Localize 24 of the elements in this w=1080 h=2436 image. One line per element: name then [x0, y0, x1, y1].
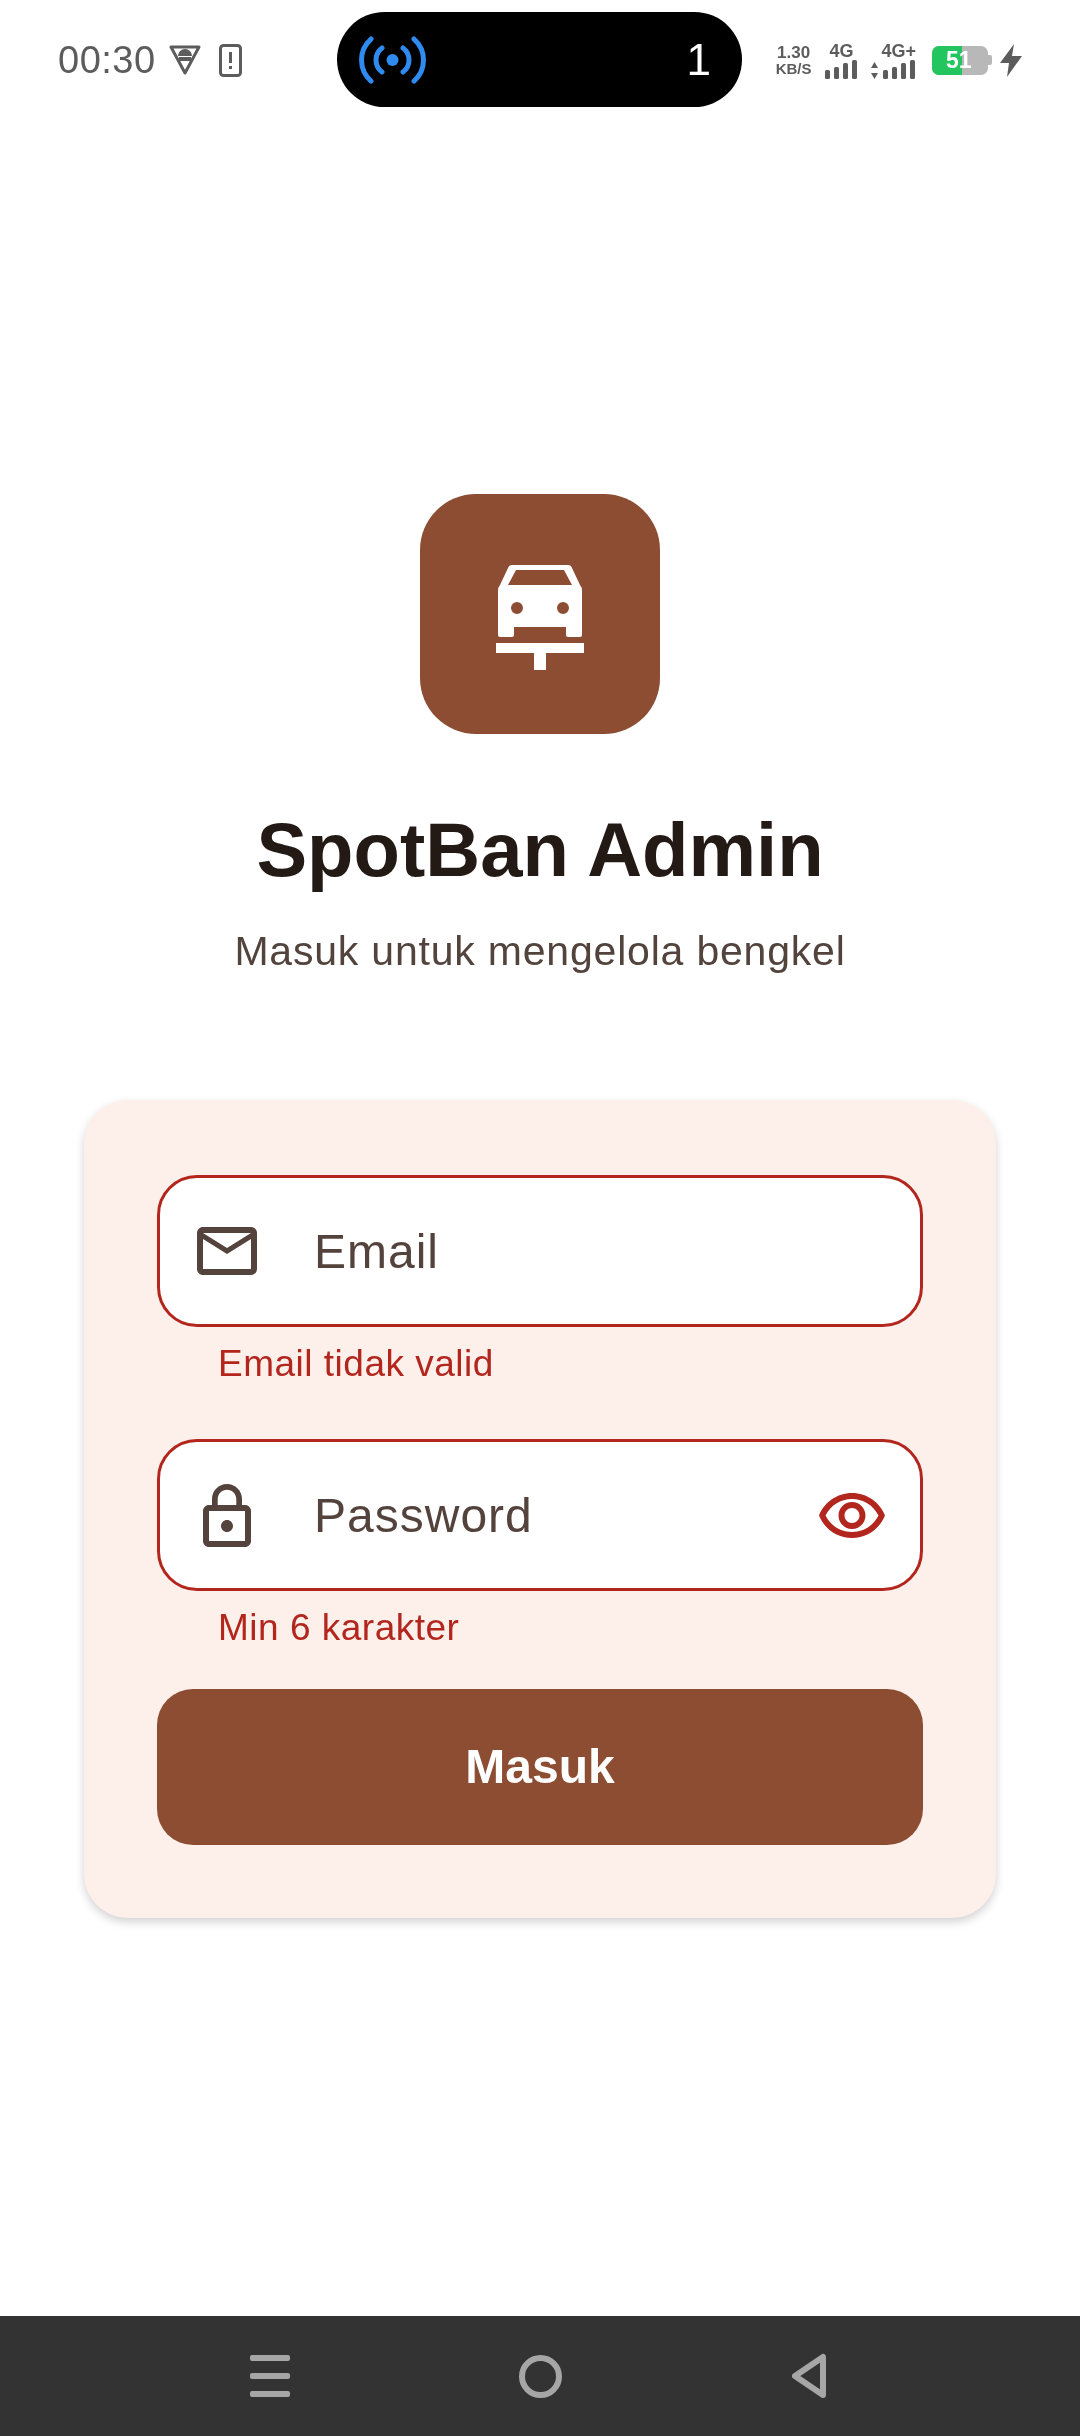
network-speed: 1.30 [777, 44, 811, 61]
signal-bars-icon [882, 59, 915, 79]
broadcast-icon [358, 35, 427, 84]
network-type-label: 4G+ [881, 41, 916, 60]
car-lift-icon [420, 494, 660, 734]
network-type-label: 4G [829, 41, 854, 60]
error-text: Email tidak valid [218, 1342, 494, 1386]
triangle-robot-icon [168, 45, 201, 75]
network-speed-unit: KB/S [775, 61, 812, 76]
login-button[interactable]: Masuk [157, 1689, 923, 1845]
app-subtitle: Masuk untuk mengelola bengkel [234, 927, 846, 975]
phone-alert-icon [218, 43, 242, 77]
email-field[interactable]: Email [157, 1175, 923, 1327]
eye-icon[interactable] [819, 1492, 885, 1538]
error-text: Min 6 karakter [218, 1606, 460, 1650]
password-field[interactable]: Password [157, 1439, 923, 1591]
app-title: SpotBan Admin [256, 806, 824, 894]
status-time: 00:30 [58, 41, 156, 79]
back-icon[interactable] [791, 2353, 827, 2399]
home-icon[interactable] [519, 2354, 562, 2398]
menu-icon[interactable] [250, 2355, 290, 2397]
mail-icon [197, 1227, 257, 1275]
pill-count: 1 [686, 37, 711, 82]
lock-icon [203, 1483, 251, 1547]
